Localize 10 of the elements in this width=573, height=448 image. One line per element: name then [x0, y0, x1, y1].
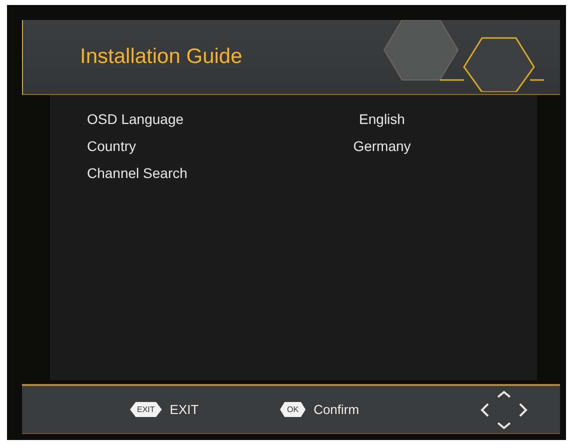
setting-value[interactable]: Germany — [347, 138, 417, 154]
screen-title: Installation Guide — [80, 45, 242, 69]
setting-label[interactable]: Country — [87, 138, 347, 154]
setting-value[interactable]: English — [347, 111, 417, 127]
remote-key-badge: OK — [280, 402, 306, 417]
hint-label: EXIT — [170, 402, 199, 417]
setting-label[interactable]: OSD Language — [87, 111, 347, 127]
setting-label[interactable]: Channel Search — [87, 165, 347, 181]
hint-label: Confirm — [314, 402, 360, 417]
remote-key-badge: EXIT — [130, 402, 162, 417]
